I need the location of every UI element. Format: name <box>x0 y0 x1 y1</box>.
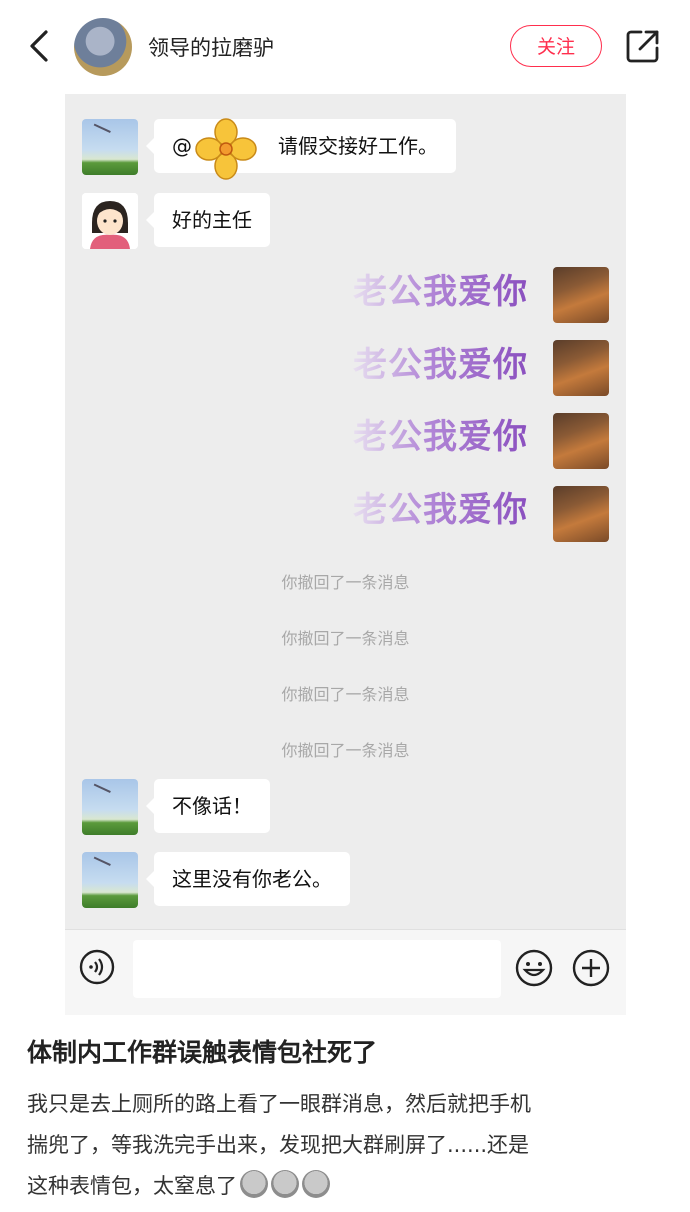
chat-message-area: @ 请假交接好工作。 好的主任 老公我爱你 老公我爱你 老公我爱你 老公我爱你 … <box>65 94 626 929</box>
chat-input-bar <box>65 929 626 1015</box>
description-line: 揣兜了，等我洗完手出来，发现把大群刷屏了......还是 <box>27 1133 530 1157</box>
post-description: 我只是去上厕所的路上看了一眼群消息，然后就把手机 揣兜了，等我洗完手出来，发现把… <box>27 1084 667 1207</box>
description-line: 这种表情包，太窒息了 <box>27 1166 667 1207</box>
recall-notice: 你撤回了一条消息 <box>281 685 410 704</box>
crying-face-emoji-icon <box>240 1170 268 1198</box>
recall-notice: 你撤回了一条消息 <box>281 741 410 760</box>
flower-sticker-icon <box>195 118 257 180</box>
message-text: 好的主任 <box>172 208 252 232</box>
jerry-avatar <box>553 486 609 542</box>
post-title: 体制内工作群误触表情包社死了 <box>27 1038 378 1067</box>
jerry-avatar <box>553 340 609 396</box>
sky-avatar <box>82 779 138 835</box>
sticker-text: 老公我爱你 <box>353 264 528 313</box>
share-icon[interactable] <box>625 28 661 64</box>
crying-face-emoji-icon <box>271 1170 299 1198</box>
chat-bubble: 好的主任 <box>146 193 270 247</box>
jerry-avatar <box>553 413 609 469</box>
chat-screenshot: @ 请假交接好工作。 好的主任 老公我爱你 老公我爱你 老公我爱你 老公我爱你 … <box>65 94 626 1015</box>
sticker-text: 老公我爱你 <box>353 337 528 386</box>
sticker-text: 老公我爱你 <box>353 482 528 531</box>
follow-button[interactable]: 关注 <box>510 25 602 67</box>
message-input[interactable] <box>133 940 501 998</box>
recall-notice: 你撤回了一条消息 <box>281 629 410 648</box>
voice-icon[interactable] <box>79 949 115 985</box>
girl-avatar <box>82 193 138 249</box>
jerry-avatar <box>553 267 609 323</box>
description-text: 这种表情包，太窒息了 <box>27 1174 237 1198</box>
back-arrow-icon[interactable] <box>22 26 58 66</box>
emoji-icon[interactable] <box>515 949 553 987</box>
chat-bubble: 不像话！ <box>146 779 270 833</box>
sky-avatar <box>82 119 138 175</box>
message-text: 请假交接好工作。 <box>278 134 438 158</box>
author-name[interactable]: 领导的拉磨驴 <box>148 32 274 62</box>
chat-bubble: 这里没有你老公。 <box>146 852 350 906</box>
mention-text: @ <box>172 134 192 158</box>
message-text: 这里没有你老公。 <box>172 867 332 891</box>
sticker-text: 老公我爱你 <box>353 409 528 458</box>
message-text: 不像话！ <box>172 794 252 818</box>
top-bar: 领导的拉磨驴 关注 <box>0 0 690 94</box>
recall-notice: 你撤回了一条消息 <box>281 573 410 592</box>
sky-avatar <box>82 852 138 908</box>
author-avatar[interactable] <box>74 18 132 76</box>
plus-icon[interactable] <box>572 949 610 987</box>
crying-face-emoji-icon <box>302 1170 330 1198</box>
description-line: 我只是去上厕所的路上看了一眼群消息，然后就把手机 <box>27 1092 531 1116</box>
